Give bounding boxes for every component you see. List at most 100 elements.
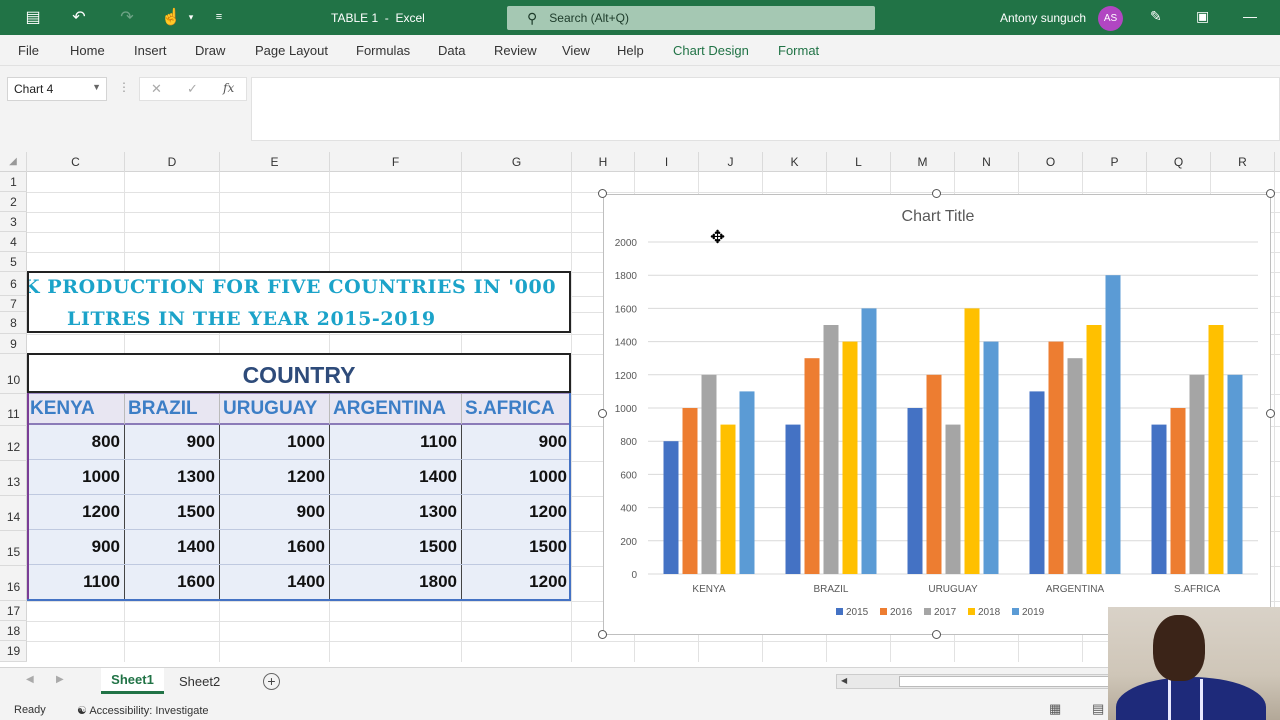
row-header[interactable]: 3 [0,212,27,232]
resize-handle[interactable] [598,630,607,639]
table-cell[interactable]: 1100 [330,425,462,459]
column-header-g[interactable]: G [462,152,572,172]
tab-draw[interactable]: Draw [195,43,225,58]
sheet-tab-sheet2[interactable]: Sheet2 [179,674,220,689]
row-header[interactable]: 10 [0,354,27,394]
bar-2015-s.africa[interactable] [1151,424,1167,574]
bar-2016-s.africa[interactable] [1170,408,1186,574]
row-header[interactable]: 2 [0,192,27,212]
sheet-tab-sheet1[interactable]: Sheet1 [101,668,164,694]
normal-view-icon[interactable]: ▦ [1049,701,1061,717]
table-cell[interactable]: 1400 [125,530,220,564]
table-cell[interactable]: 1000 [220,425,330,459]
chart-area[interactable]: Chart Title 0 200 400 600 800 1000 1200 1400 160… [603,194,1271,635]
bar-2017-uruguay[interactable] [945,424,961,574]
bar-2017-brazil[interactable] [823,325,839,574]
column-header-m[interactable]: M [891,152,955,172]
table-cell[interactable]: 1800 [330,565,462,599]
column-header-o[interactable]: O [1019,152,1083,172]
tab-file[interactable]: File [18,43,39,58]
country-cell-s-africa[interactable]: S.AFRICA [462,394,571,424]
name-box[interactable]: Chart 4 ▼ [7,77,107,101]
resize-handle[interactable] [1266,409,1275,418]
table-cell[interactable]: 1100 [27,565,125,599]
table-cell[interactable]: 900 [27,530,125,564]
tab-formulas[interactable]: Formulas [356,43,410,58]
tab-format[interactable]: Format [778,43,819,58]
legend-label-2018[interactable]: 2018 [978,607,1001,618]
row-header[interactable]: 8 [0,312,27,334]
touch-mode-dropdown-icon[interactable]: ▾ [180,6,202,28]
chart-y-axis[interactable]: 0 200 400 600 800 1000 1200 1400 1600 1800 2000 [615,238,638,581]
row-header[interactable]: 18 [0,621,27,641]
row-header[interactable]: 17 [0,601,27,621]
row-header[interactable]: 15 [0,531,27,566]
add-sheet-icon[interactable]: + [263,673,280,690]
column-header-d[interactable]: D [125,152,220,172]
table-cell[interactable]: 1600 [220,530,330,564]
column-header-j[interactable]: J [699,152,763,172]
legend-label-2017[interactable]: 2017 [934,607,957,618]
table-cell[interactable]: 900 [220,495,330,529]
tab-page-layout[interactable]: Page Layout [255,43,328,58]
resize-handle[interactable] [598,409,607,418]
column-header-i[interactable]: I [635,152,699,172]
bar-2018-uruguay[interactable] [964,308,980,574]
tab-review[interactable]: Review [494,43,537,58]
legend-label-2016[interactable]: 2016 [890,607,913,618]
tab-help[interactable]: Help [617,43,644,58]
table-cell[interactable]: 900 [125,425,220,459]
table-cell[interactable]: 1600 [125,565,220,599]
table-cell[interactable]: 1500 [462,530,571,564]
table-cell[interactable]: 1500 [330,530,462,564]
resize-handle[interactable] [932,630,941,639]
chart-legend[interactable]: 2015 2016 2017 2018 2019 [836,607,1045,618]
table-cell[interactable]: 1300 [125,460,220,494]
table-cell[interactable]: 1000 [27,460,125,494]
row-header[interactable]: 16 [0,566,27,601]
avatar[interactable]: AS [1098,6,1123,31]
legend-label-2015[interactable]: 2015 [846,607,869,618]
cancel-icon[interactable]: ✕ [151,81,162,97]
formula-bar-grip-icon[interactable]: ⋮ [118,80,130,94]
table-cell[interactable]: 1400 [330,460,462,494]
chart-plot-area[interactable] [663,275,1243,574]
column-header-r[interactable]: R [1211,152,1275,172]
search-box[interactable]: ⚲ Search (Alt+Q) [507,6,875,30]
bar-2018-argentina[interactable] [1086,325,1102,574]
bar-2016-brazil[interactable] [804,358,820,574]
country-cell-uruguay[interactable]: URUGUAY [220,394,330,424]
bar-2015-kenya[interactable] [663,441,679,574]
table-title[interactable]: K PRODUCTION FOR FIVE COUNTRIES IN '000 … [27,271,571,333]
column-header-c[interactable]: C [27,152,125,172]
resize-handle[interactable] [932,189,941,198]
bar-2019-argentina[interactable] [1105,275,1121,574]
row-header[interactable]: 5 [0,252,27,272]
chart-x-axis[interactable]: KENYA BRAZIL URUGUAY ARGENTINA S.AFRICA [692,584,1220,595]
horizontal-scrollbar[interactable]: ◀ [836,674,1116,689]
resize-handle[interactable] [598,189,607,198]
column-header-q[interactable]: Q [1147,152,1211,172]
country-cell-kenya[interactable]: KENYA [27,394,125,424]
bar-2017-kenya[interactable] [701,374,717,574]
row-header[interactable]: 6 [0,272,27,296]
undo-icon[interactable]: ↶ [68,6,90,28]
accessibility-status[interactable]: ☯ Accessibility: Investigate [77,704,209,717]
column-header-l[interactable]: L [827,152,891,172]
row-header[interactable]: 11 [0,394,27,426]
customize-toolbar-icon[interactable]: ≡ [208,6,230,28]
country-cell-brazil[interactable]: BRAZIL [125,394,220,424]
column-header-h[interactable]: H [572,152,635,172]
bar-2017-s.africa[interactable] [1189,374,1205,574]
bar-2019-s.africa[interactable] [1227,374,1243,574]
bar-2018-s.africa[interactable] [1208,325,1224,574]
table-cell[interactable]: 1200 [220,460,330,494]
bar-2017-argentina[interactable] [1067,358,1083,574]
tab-home[interactable]: Home [70,43,105,58]
bar-2016-argentina[interactable] [1048,341,1064,574]
column-header-p[interactable]: P [1083,152,1147,172]
row-header[interactable]: 1 [0,172,27,192]
bar-2018-kenya[interactable] [720,424,736,574]
prev-sheet-icon[interactable]: ◀ [26,674,34,685]
tab-view[interactable]: View [562,43,590,58]
